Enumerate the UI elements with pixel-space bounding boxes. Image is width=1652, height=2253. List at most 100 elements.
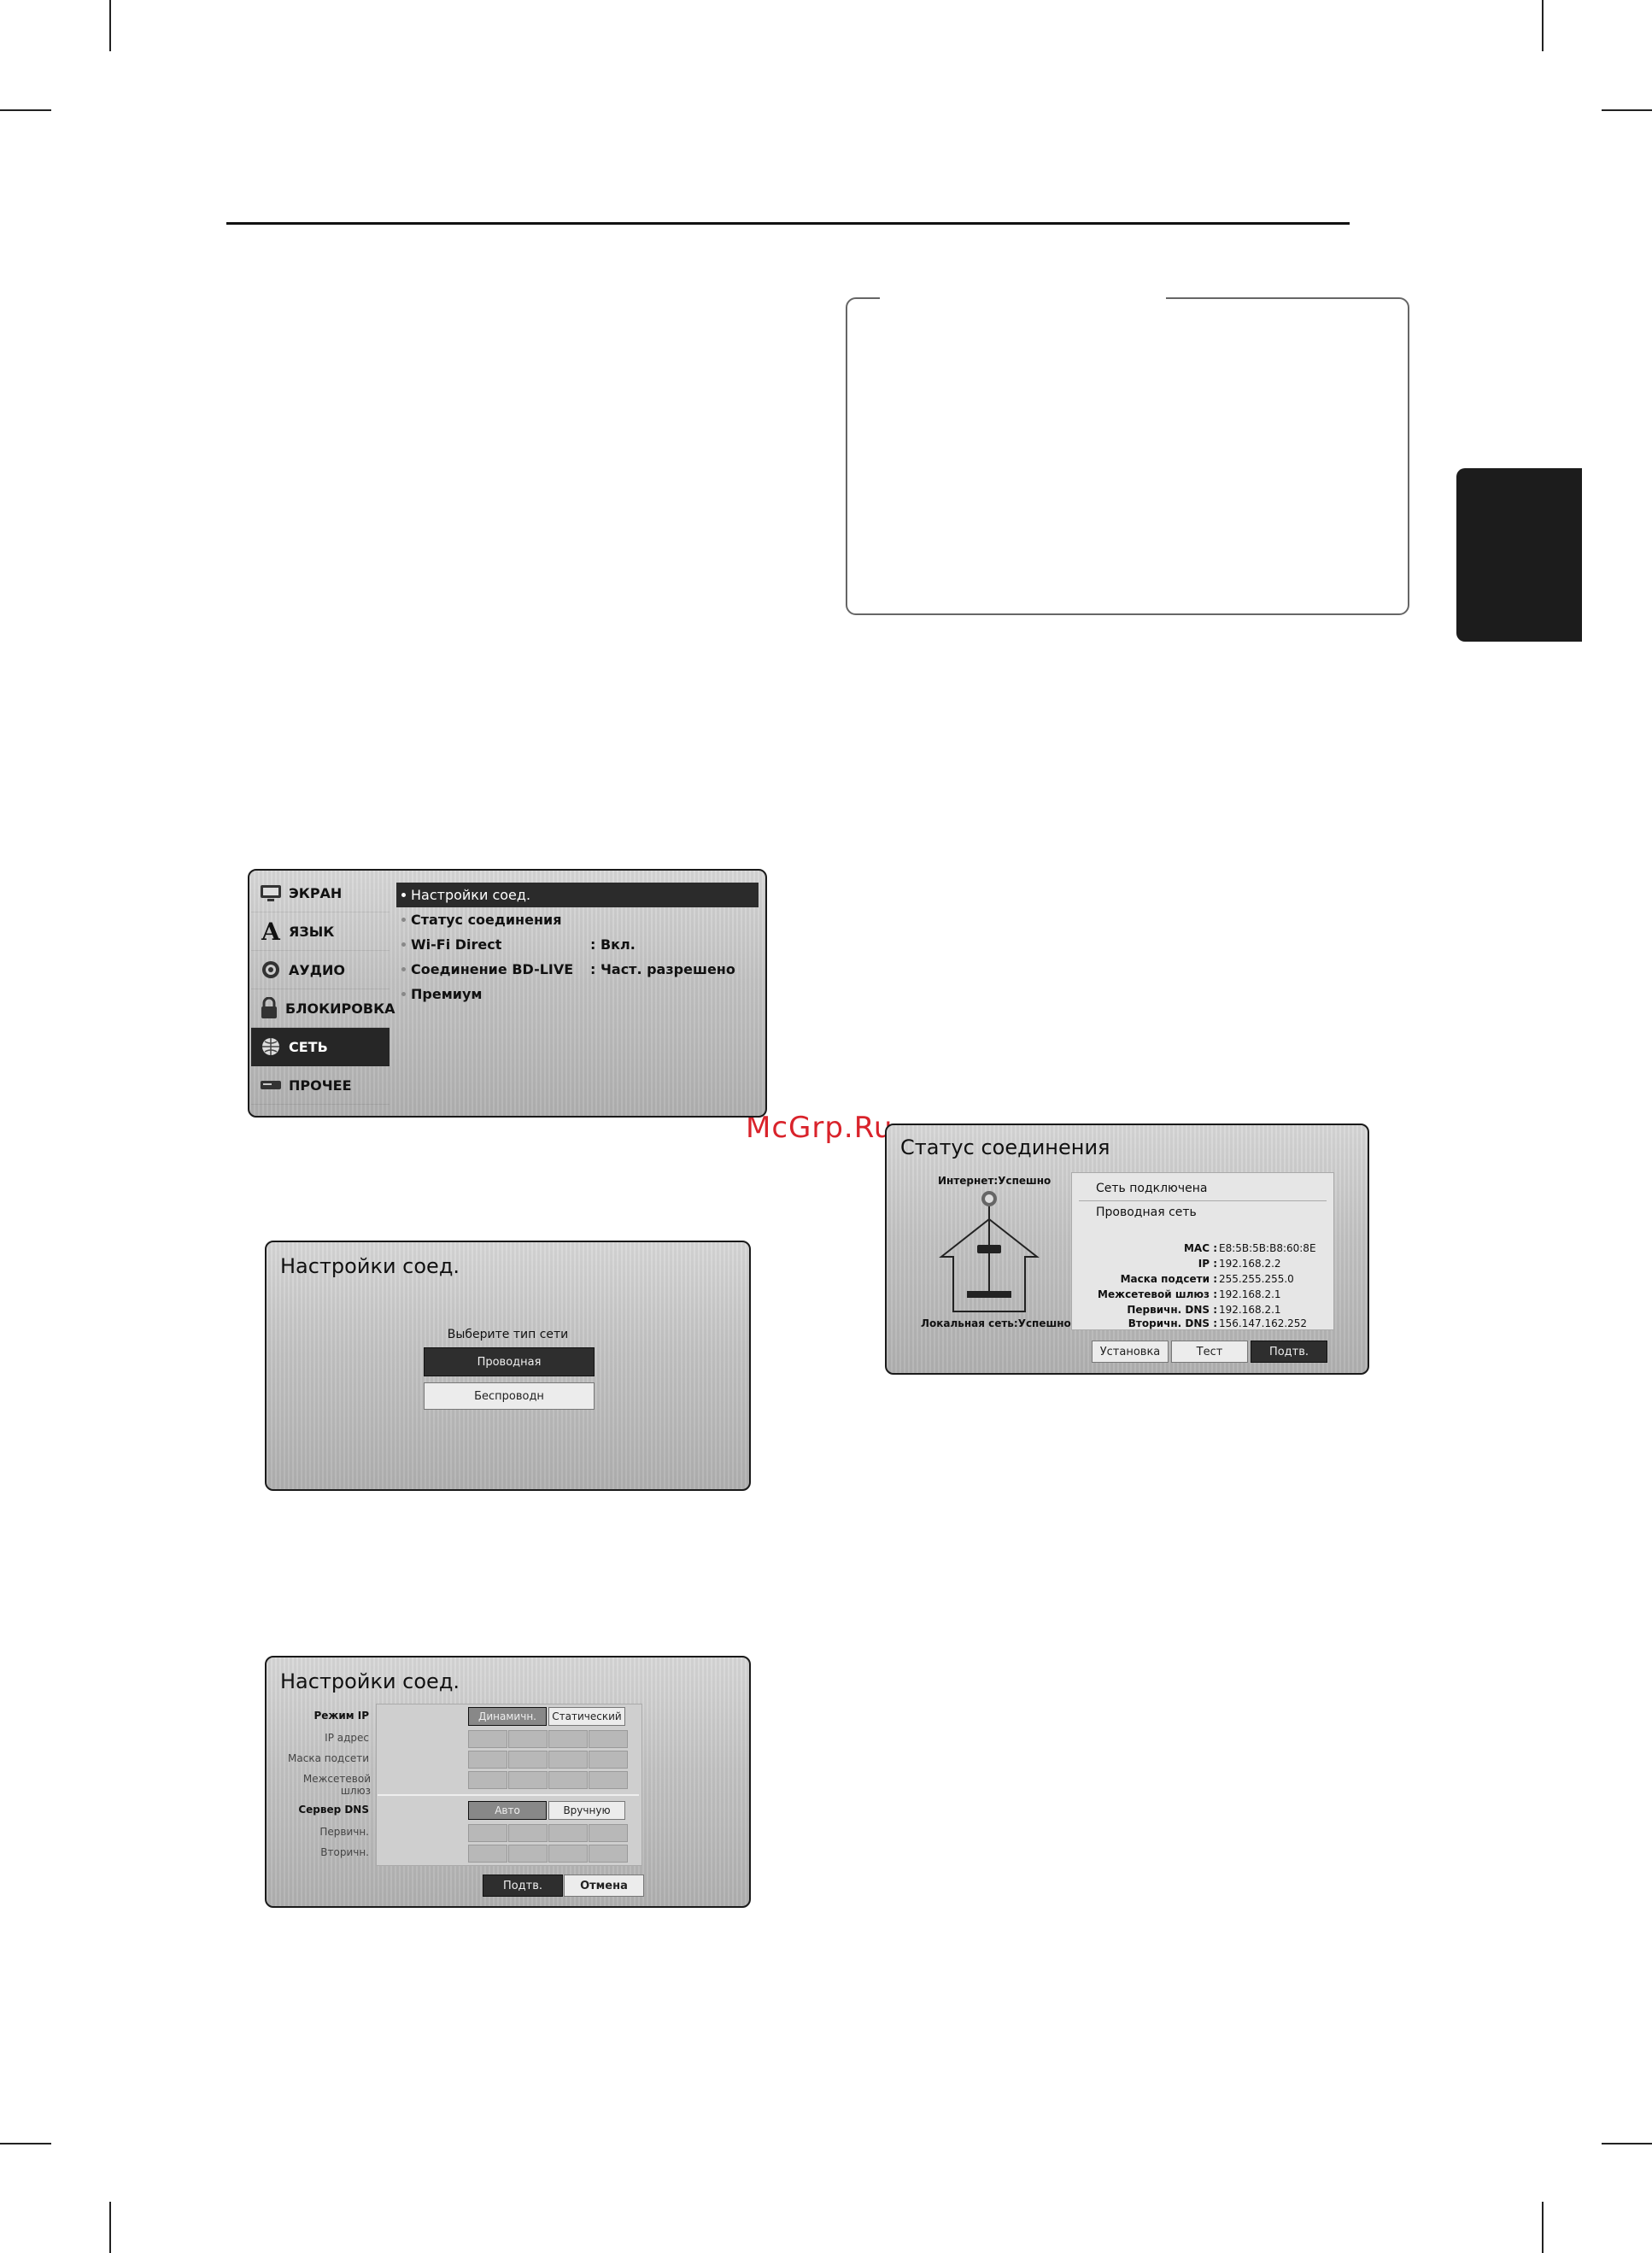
category-list: ЭКРАН A ЯЗЫК АУДИО БЛОКИРОВКА СЕТЬ ПРОЧЕ… [251, 874, 395, 1105]
field-value: E8:5B:5B:B8:60:8E [1219, 1242, 1316, 1254]
octet-field[interactable] [548, 1824, 588, 1842]
divider [1079, 1200, 1327, 1201]
category-display[interactable]: ЭКРАН [251, 874, 390, 912]
octet-field[interactable] [468, 1845, 507, 1863]
header-rule [226, 222, 1350, 225]
octet-field[interactable] [468, 1824, 507, 1842]
player-icon [260, 1074, 282, 1096]
octet-field[interactable] [508, 1730, 548, 1748]
option-list: Настройки соед. Статус соединения Wi-Fi … [396, 883, 759, 1006]
category-network[interactable]: СЕТЬ [251, 1028, 390, 1066]
option-bd-live[interactable]: Соединение BD-LIVE : Част. разрешено [396, 957, 759, 982]
field-key: Маска подсети : [1120, 1273, 1217, 1285]
field-value: 156.147.162.252 [1219, 1317, 1308, 1329]
option-label: Wi-Fi Direct [411, 936, 502, 953]
octet-field[interactable] [508, 1824, 548, 1842]
octet-field[interactable] [589, 1845, 628, 1863]
crop-mark [1602, 2143, 1652, 2144]
status-info-panel: Сеть подключена Проводная сеть MAC : E8:… [1071, 1172, 1334, 1330]
status-field-row: Межсетевой шлюз : 192.168.2.1 [1089, 1288, 1328, 1300]
note-box-tab [880, 296, 1166, 301]
octet-field[interactable] [468, 1730, 507, 1748]
bullet-icon [401, 992, 406, 996]
octet-field[interactable] [548, 1845, 588, 1863]
letter-a-icon: A [261, 917, 280, 946]
bullet-icon [401, 942, 406, 947]
field-value: 192.168.2.2 [1219, 1258, 1281, 1270]
dns-auto-button[interactable]: Авто [468, 1801, 547, 1820]
field-key: Межсетевой шлюз : [1098, 1288, 1217, 1300]
octet-field[interactable] [468, 1751, 507, 1769]
option-connection-settings[interactable]: Настройки соед. [396, 883, 759, 907]
crop-mark [0, 2143, 51, 2144]
local-network-status: Локальная сеть:Успешно [921, 1317, 1071, 1329]
crop-mark [109, 0, 111, 51]
dns-label: Сервер DNS [298, 1804, 369, 1816]
crop-mark [1602, 109, 1652, 111]
category-label: ЭКРАН [289, 884, 343, 901]
field-key: IP : [1198, 1258, 1217, 1270]
crop-mark [0, 109, 51, 111]
ok-button[interactable]: Подтв. [483, 1875, 563, 1897]
setup-button[interactable]: Установка [1092, 1341, 1169, 1363]
category-label: ПРОЧЕЕ [289, 1077, 352, 1094]
ip-mode-dynamic-button[interactable]: Динамичн. [468, 1707, 547, 1726]
option-label: Премиум [411, 986, 483, 1002]
octet-field[interactable] [548, 1771, 588, 1789]
ip-mode-label: Режим IP [313, 1710, 369, 1722]
category-label: ЯЗЫК [289, 923, 335, 940]
cancel-button[interactable]: Отмена [564, 1875, 644, 1897]
category-lock[interactable]: БЛОКИРОВКА [251, 989, 395, 1028]
octet-field[interactable] [589, 1824, 628, 1842]
network-type-prompt: Выберите тип сети [447, 1328, 569, 1341]
category-label: СЕТЬ [289, 1038, 328, 1055]
option-premium[interactable]: Премиум [396, 982, 759, 1006]
test-button[interactable]: Тест [1171, 1341, 1248, 1363]
dns-manual-button[interactable]: Вручную [548, 1801, 625, 1820]
wireless-button[interactable]: Беспроводн [424, 1382, 595, 1410]
option-connection-status[interactable]: Статус соединения [396, 907, 759, 932]
dialog-title: Настройки соед. [280, 1669, 460, 1693]
primary-dns-label: Первичн. [319, 1826, 369, 1838]
field-value: 255.255.255.0 [1219, 1273, 1294, 1285]
option-label: Статус соединения [411, 912, 562, 928]
option-label: Соединение BD-LIVE [411, 961, 574, 977]
category-other[interactable]: ПРОЧЕЕ [251, 1066, 390, 1105]
bullet-icon [401, 893, 406, 897]
subnet-label: Маска подсети [288, 1752, 369, 1764]
gateway-label: Межсетевой шлюз [302, 1773, 371, 1797]
octet-field[interactable] [548, 1730, 588, 1748]
ok-button[interactable]: Подтв. [1251, 1341, 1327, 1363]
option-wifi-direct[interactable]: Wi-Fi Direct : Вкл. [396, 932, 759, 957]
category-language[interactable]: A ЯЗЫК [251, 912, 390, 951]
status-field-row: IP : 192.168.2.2 [1089, 1258, 1328, 1270]
octet-field[interactable] [468, 1771, 507, 1789]
ip-settings-dialog: Настройки соед. Режим IP Динамичн. Стати… [265, 1656, 751, 1908]
category-audio[interactable]: АУДИО [251, 951, 390, 989]
lock-icon [260, 997, 278, 1019]
octet-field[interactable] [589, 1751, 628, 1769]
crop-mark [1542, 2202, 1544, 2253]
ip-address-label: IP адрес [325, 1732, 369, 1744]
octet-field[interactable] [508, 1845, 548, 1863]
octet-field[interactable] [508, 1771, 548, 1789]
bullet-icon [401, 967, 406, 971]
crop-mark [109, 2202, 111, 2253]
wired-button[interactable]: Проводная [424, 1347, 595, 1376]
internet-status: Интернет:Успешно [938, 1175, 1052, 1187]
crop-mark [1542, 0, 1544, 51]
bullet-icon [401, 918, 406, 922]
octet-field[interactable] [589, 1730, 628, 1748]
ip-mode-static-button[interactable]: Статический [548, 1707, 625, 1726]
octet-field[interactable] [589, 1771, 628, 1789]
setup-menu-screen: ЭКРАН A ЯЗЫК АУДИО БЛОКИРОВКА СЕТЬ ПРОЧЕ… [248, 869, 767, 1118]
field-key: MAC : [1183, 1242, 1217, 1254]
octet-field[interactable] [548, 1751, 588, 1769]
status-field-row: Первичн. DNS : 192.168.2.1 [1089, 1304, 1328, 1316]
globe-icon [260, 1036, 282, 1058]
dialog-title: Настройки соед. [280, 1254, 460, 1278]
status-field-row: MAC : E8:5B:5B:B8:60:8E [1089, 1242, 1328, 1254]
option-value: : Вкл. [590, 936, 636, 953]
field-value: 192.168.2.1 [1219, 1288, 1281, 1300]
octet-field[interactable] [508, 1751, 548, 1769]
